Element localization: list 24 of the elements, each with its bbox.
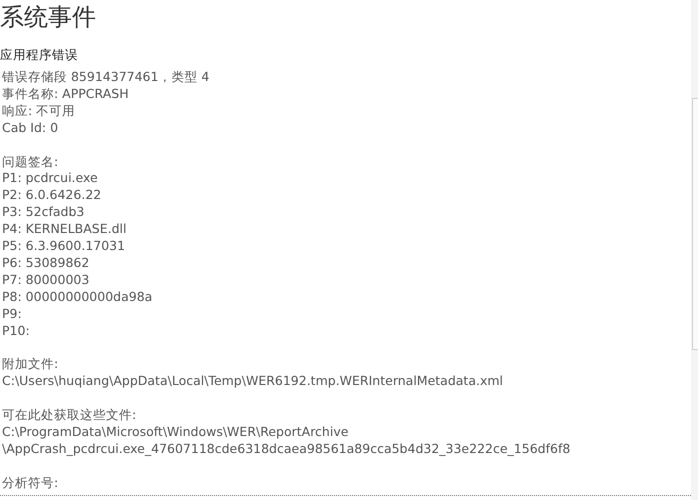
detail-line: 分析符号: [2,474,60,492]
page-title: 系统事件 [0,2,97,32]
detail-line: \AppCrash_pcdrcui.exe_47607118cde6318dcaea98561a89cca5b4d32_33e222ce_156df6f8 [2,440,572,458]
detail-line: P2: 6.0.6426.22 [2,187,102,204]
detail-line: P9: [2,306,23,323]
detail-line: 附加文件: [2,356,60,374]
detail-line: 错误存储段 85914377461，类型 4 [2,69,210,86]
detail-line: 事件名称: APPCRASH [2,86,130,103]
detail-line: Cab Id: 0 [2,120,60,137]
detail-line: P10: [2,322,31,340]
detail-line: 响应: 不可用 [2,102,76,120]
detail-line: C:\Users\huqiang\AppData\Local\Temp\WER6192.tmp.WERInternalMetadata.xml [2,373,504,390]
detail-line: P7: 80000003 [2,272,90,289]
detail-line: P4: KERNELBASE.dll [2,221,128,238]
detail-line: P3: 52cfadb3 [2,204,86,222]
detail-line: C:\ProgramData\Microsoft\Windows\WER\ReportArchive [2,424,350,441]
section-heading: 应用程序错误 [0,47,79,63]
detail-line: P8: 00000000000da98a [2,288,154,306]
detail-line: 问题签名: [2,154,60,170]
detail-line: P5: 6.3.9600.17031 [2,238,126,255]
detail-line: 可在此处获取这些文件: [2,407,138,424]
detail-line: P1: pcdrcui.exe [2,170,99,188]
scrollbar-thumb[interactable] [692,98,698,350]
detail-line: P6: 53089862 [2,254,90,272]
